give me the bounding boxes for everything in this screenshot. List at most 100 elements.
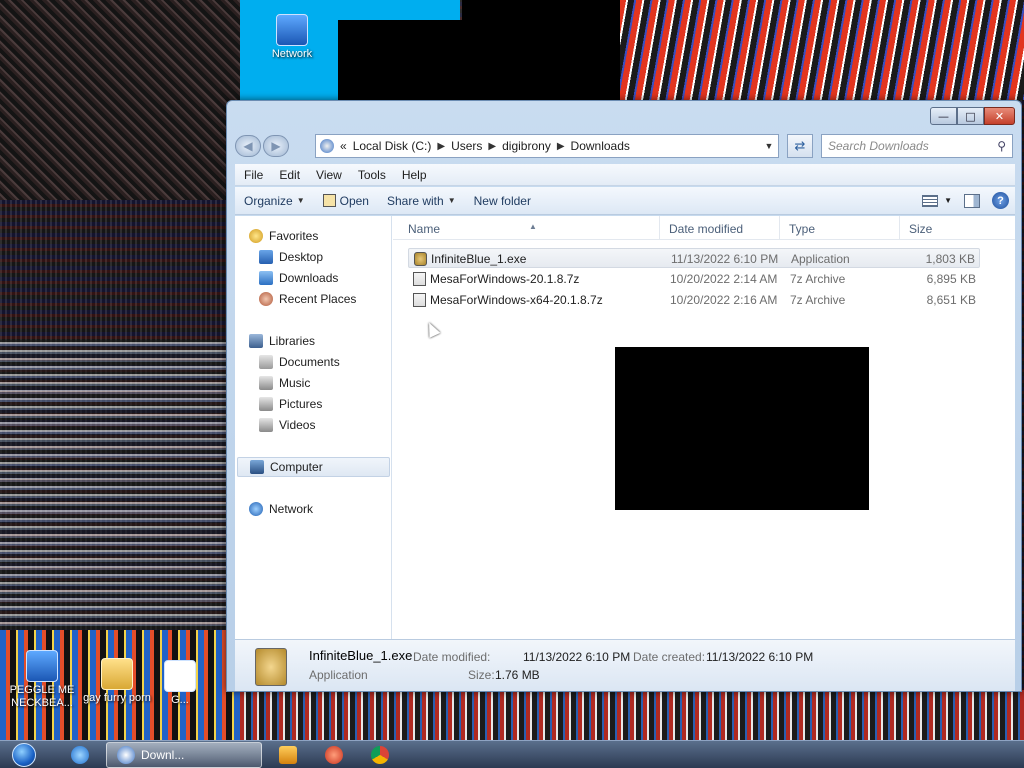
breadcrumb-chevron-icon[interactable]: ▶ <box>488 141 496 152</box>
nav-item-documents[interactable]: Documents <box>259 352 414 372</box>
nav-item-recent-places[interactable]: Recent Places <box>259 289 414 309</box>
details-size-value: 1.76 MB <box>495 668 540 682</box>
desktop-icon-folder[interactable]: gay furry porn <box>80 658 154 705</box>
column-headers: ▲ Name Date modified Type Size <box>393 216 1015 240</box>
taskbar-explorer-window[interactable]: Downl... <box>106 742 262 768</box>
breadcrumb-downloads[interactable]: Downloads <box>571 139 630 153</box>
nav-item-music[interactable]: Music <box>259 373 414 393</box>
menu-tools[interactable]: Tools <box>350 168 394 182</box>
nav-item-computer[interactable]: Computer <box>237 457 390 477</box>
open-file-icon <box>322 194 336 207</box>
address-bar[interactable]: « Local Disk (C:) ▶ Users ▶ digibrony ▶ … <box>315 134 779 158</box>
forward-arrow-icon: ▶ <box>271 139 281 153</box>
breadcrumb-chevron-icon[interactable]: ▶ <box>557 141 565 152</box>
minimize-button[interactable]: — <box>930 107 957 125</box>
menu-help[interactable]: Help <box>394 168 435 182</box>
breadcrumb-chevron-icon[interactable]: ▶ <box>437 141 445 152</box>
breadcrumb-digibrony[interactable]: digibrony <box>502 139 551 153</box>
nav-item-downloads[interactable]: Downloads <box>259 268 414 288</box>
back-button[interactable]: ◀ <box>235 135 261 157</box>
refresh-icon: ⇄ <box>794 138 806 153</box>
breadcrumb-users[interactable]: Users <box>451 139 482 153</box>
network-icon <box>276 14 308 46</box>
column-divider[interactable] <box>779 216 780 240</box>
nav-item-pictures[interactable]: Pictures <box>259 394 414 414</box>
help-icon[interactable]: ? <box>992 192 1009 209</box>
column-type[interactable]: Type <box>789 222 815 236</box>
breadcrumb-overflow[interactable]: « <box>340 139 347 153</box>
shortcut-icon <box>164 660 196 692</box>
recent-places-icon <box>259 292 273 306</box>
menu-edit[interactable]: Edit <box>271 168 308 182</box>
column-name[interactable]: Name <box>408 222 440 236</box>
new-folder-button[interactable]: New folder <box>465 187 540 215</box>
file-date: 10/20/2022 2:16 AM <box>670 293 778 307</box>
close-button[interactable]: ✕ <box>984 107 1015 125</box>
desktop-icon-network[interactable]: Network <box>252 14 332 61</box>
nav-item-network[interactable]: Network <box>249 499 404 519</box>
search-placeholder: Search Downloads <box>828 139 929 153</box>
open-label: Open <box>339 193 369 208</box>
command-bar: Organize ▼ Open Share with ▼ New folder … <box>235 187 1015 215</box>
documents-icon <box>259 355 273 369</box>
desktop-icon-label: gay furry porn <box>83 692 151 704</box>
maximize-button[interactable]: □ <box>957 107 984 125</box>
organize-button[interactable]: Organize ▼ <box>235 187 314 215</box>
taskbar-internet-explorer[interactable] <box>60 742 100 768</box>
open-button[interactable]: Open <box>314 187 378 215</box>
music-icon <box>259 376 273 390</box>
search-input[interactable]: Search Downloads ⚲ <box>821 134 1013 158</box>
details-size-label: Size: <box>468 668 495 682</box>
desktop-icon-peggle[interactable]: PEGGLE ME NECKBEA... <box>0 650 84 710</box>
column-size[interactable]: Size <box>909 222 932 236</box>
menu-bar: File Edit View Tools Help <box>235 164 1015 186</box>
share-with-button[interactable]: Share with ▼ <box>378 187 465 215</box>
details-modified-label: Date modified: <box>413 650 491 664</box>
desktop-glitch-region <box>0 340 230 640</box>
details-created-label: Date created: <box>633 650 706 664</box>
menu-view[interactable]: View <box>308 168 350 182</box>
forward-button[interactable]: ▶ <box>263 135 289 157</box>
nav-buttons: ◀ ▶ <box>235 134 307 158</box>
table-row[interactable]: MesaForWindows-20.1.8.7z 10/20/2022 2:14… <box>408 269 980 289</box>
breadcrumb-local-disk[interactable]: Local Disk (C:) <box>353 139 432 153</box>
column-divider[interactable] <box>899 216 900 240</box>
archive-icon <box>413 272 426 286</box>
desktop-glitch-region <box>338 20 462 100</box>
file-name: MesaForWindows-20.1.8.7z <box>430 272 580 286</box>
desktop-glitch-region <box>0 0 240 200</box>
view-details-icon <box>922 194 939 207</box>
media-player-icon <box>279 746 297 764</box>
column-date-modified[interactable]: Date modified <box>669 222 743 236</box>
libraries-icon <box>249 334 263 348</box>
start-button[interactable] <box>4 741 44 768</box>
table-row[interactable]: MesaForWindows-x64-20.1.8.7z 10/20/2022 … <box>408 290 980 310</box>
nav-label: Videos <box>279 418 316 432</box>
taskbar-media-player[interactable] <box>268 742 308 768</box>
table-row[interactable]: InfiniteBlue_1.exe 11/13/2022 6:10 PM Ap… <box>408 248 980 268</box>
search-icon[interactable]: ⚲ <box>997 139 1006 153</box>
computer-icon <box>250 460 264 474</box>
menu-file[interactable]: File <box>235 168 271 182</box>
refresh-button[interactable]: ⇄ <box>787 134 813 158</box>
nav-item-libraries[interactable]: Libraries <box>249 331 404 351</box>
desktop-icon-shortcut[interactable]: G... <box>150 660 210 707</box>
file-size: 6,895 KB <box>926 272 976 286</box>
taskbar-chrome[interactable] <box>360 742 400 768</box>
app-icon <box>325 746 343 764</box>
star-icon <box>249 229 263 243</box>
title-bar[interactable]: — □ ✕ <box>227 101 1021 131</box>
shortcut-icon <box>26 650 58 682</box>
nav-item-favorites[interactable]: Favorites <box>249 226 404 246</box>
folder-location-icon <box>320 139 334 153</box>
chevron-down-icon: ▼ <box>447 196 456 205</box>
taskbar-app[interactable] <box>314 742 354 768</box>
column-divider[interactable] <box>659 216 660 240</box>
address-dropdown-icon[interactable]: ▼ <box>760 141 778 151</box>
address-row: ◀ ▶ « Local Disk (C:) ▶ Users ▶ digibron… <box>235 134 1013 158</box>
preview-pane-icon[interactable] <box>964 193 980 208</box>
nav-item-desktop[interactable]: Desktop <box>259 247 414 267</box>
nav-item-videos[interactable]: Videos <box>259 415 414 435</box>
chevron-down-icon: ▼ <box>944 196 952 205</box>
change-view-button[interactable]: ▼ <box>922 194 952 207</box>
